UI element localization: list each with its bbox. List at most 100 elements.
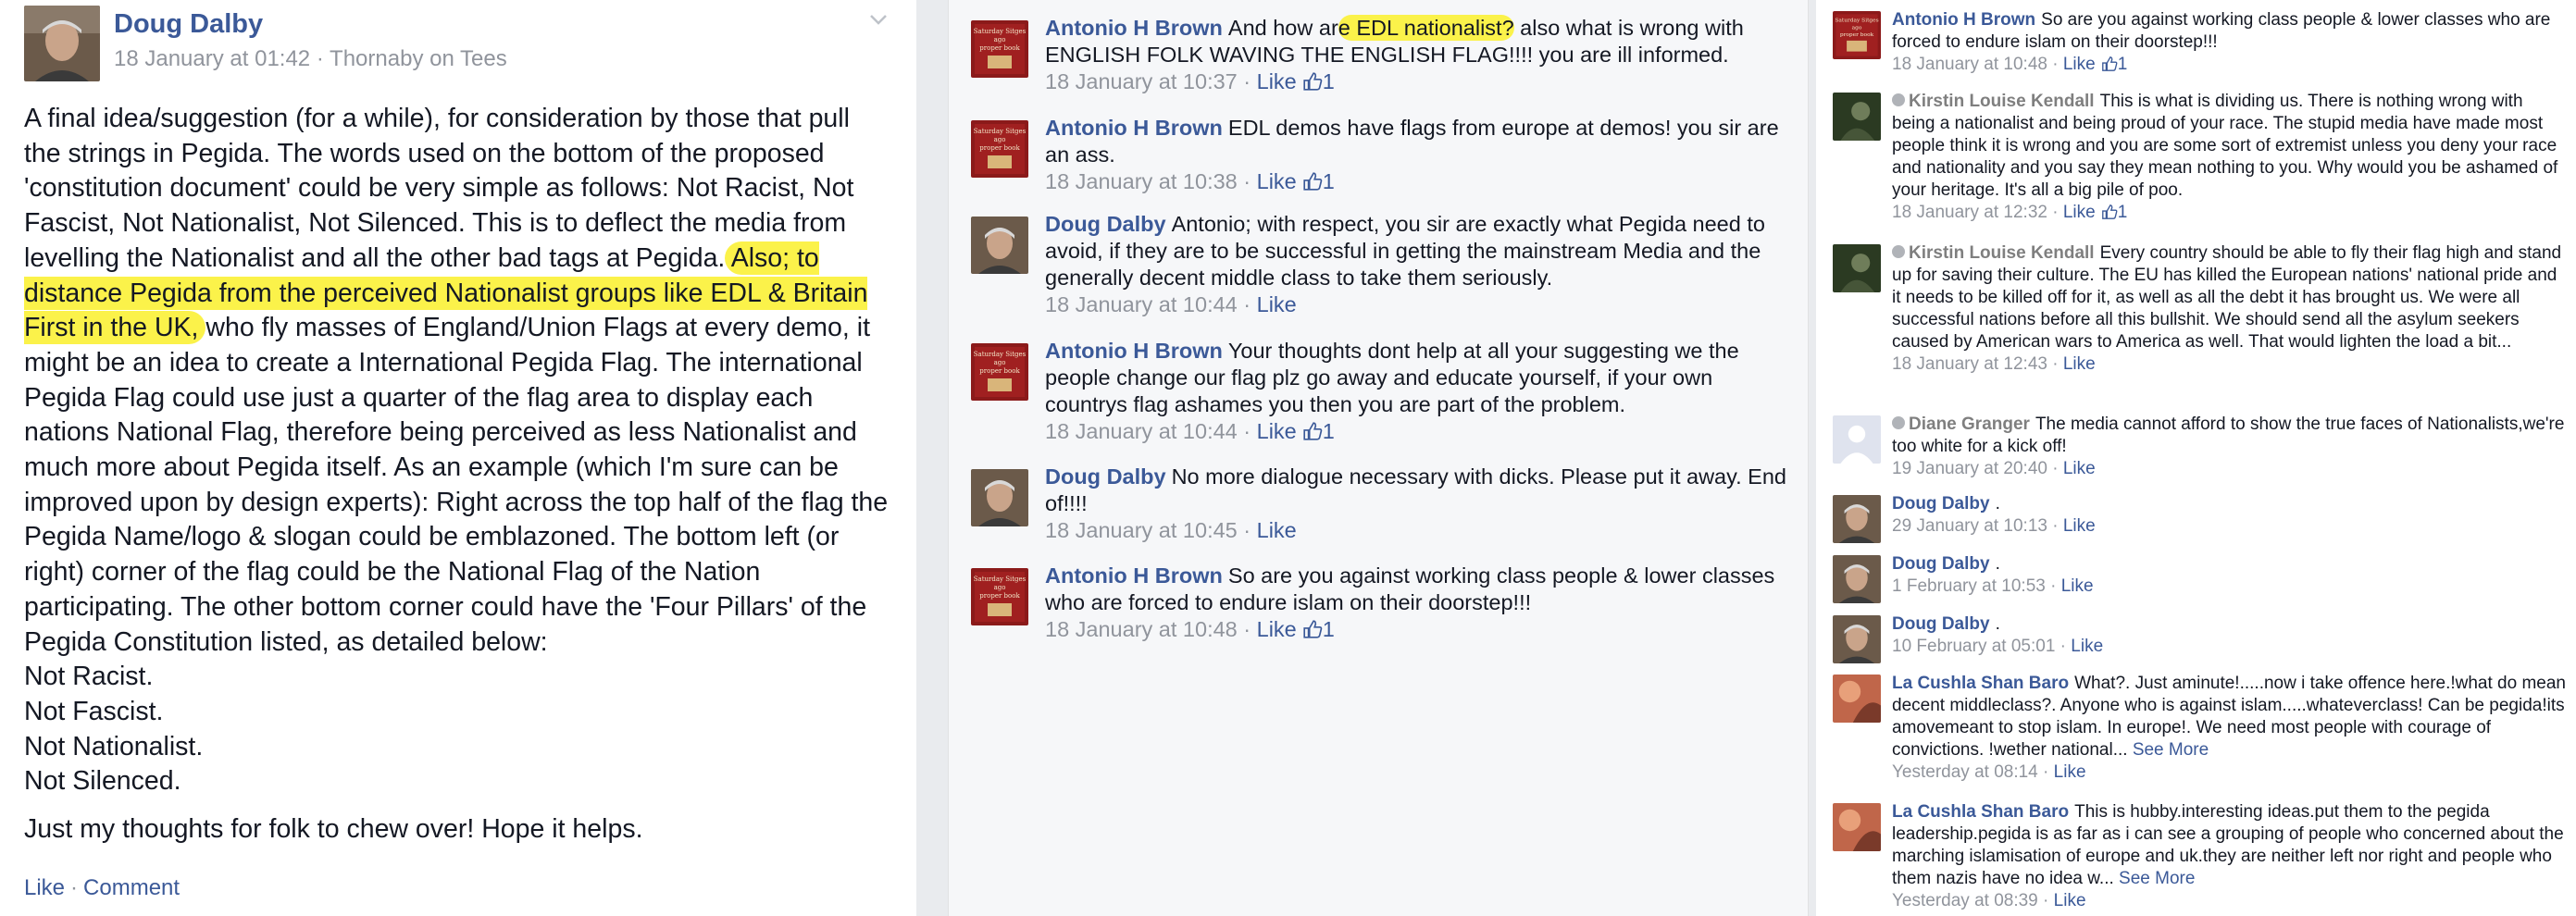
comment-author[interactable]: Doug Dalby <box>1045 212 1166 236</box>
like-link[interactable]: Like <box>2063 55 2096 74</box>
like-count[interactable]: 1 <box>1323 69 1335 93</box>
post-list: Not Racist. Not Fascist. Not Nationalist… <box>24 660 892 799</box>
comment-time[interactable]: 18 January at 10:48 <box>1892 55 2047 74</box>
like-count[interactable]: 1 <box>1323 617 1335 641</box>
comment-time[interactable]: 1 February at 10:53 <box>1892 576 2046 596</box>
comment-text: Doug Dalby. 29 January at 10:13 · Like <box>1892 493 2569 538</box>
verified-icon <box>1892 245 1905 258</box>
comment-time[interactable]: Yesterday at 08:39 <box>1892 891 2038 910</box>
thumbs-up-icon <box>1303 422 1323 440</box>
comment-time[interactable]: 18 January at 10:44 <box>1045 292 1238 316</box>
like-link[interactable]: Like <box>1257 69 1297 93</box>
avatar[interactable] <box>1833 555 1881 603</box>
comment-author[interactable]: Antonio H Brown <box>1045 563 1223 588</box>
svg-text:proper book: proper book <box>979 592 1020 600</box>
svg-text:Saturday Sitges: Saturday Sitges <box>974 28 1027 35</box>
like-link[interactable]: Like <box>1257 518 1297 542</box>
post-author-name[interactable]: Doug Dalby <box>114 9 263 40</box>
like-count[interactable]: 1 <box>2118 203 2128 222</box>
like-link[interactable]: Like <box>2063 459 2096 478</box>
avatar[interactable]: Saturday Sitges ago proper book <box>971 568 1028 625</box>
comment-author[interactable]: Diane Granger <box>1909 415 2030 434</box>
author-avatar[interactable] <box>24 6 100 81</box>
post-closing: Just my thoughts for folk to chew over! … <box>24 814 643 845</box>
comment-author[interactable]: Kirstin Louise Kendall <box>1909 92 2095 111</box>
comment-text: La Cushla Shan Baro This is hubby.interes… <box>1892 801 2569 912</box>
avatar[interactable] <box>1833 93 1881 141</box>
comment-time[interactable]: 18 January at 10:38 <box>1045 169 1238 193</box>
comment-text: Doug Dalby Antonio; with respect, you sir… <box>1045 211 1800 318</box>
comment-time[interactable]: 18 January at 10:45 <box>1045 518 1238 542</box>
chevron-down-icon[interactable] <box>865 6 892 33</box>
verified-icon <box>1892 93 1905 106</box>
like-link[interactable]: Like <box>1257 419 1297 443</box>
like-link[interactable]: Like <box>2063 516 2096 536</box>
see-more-link[interactable]: See More <box>2133 740 2209 760</box>
comment-meta: Yesterday at 08:14 · Like <box>1892 762 2086 782</box>
like-link[interactable]: Like <box>2071 637 2103 656</box>
avatar[interactable]: Saturday Sitges ago proper book <box>971 120 1028 178</box>
comment-highlight: e EDL nationalist? <box>1338 15 1514 41</box>
comments-panel-right: Saturday Sitges ago proper book Antonio … <box>1816 0 2576 916</box>
comment-author[interactable]: Doug Dalby <box>1045 464 1166 489</box>
avatar[interactable]: Saturday Sitges ago proper book <box>971 343 1028 401</box>
see-more-link[interactable]: See More <box>2119 869 2195 888</box>
comment-time[interactable]: 18 January at 10:37 <box>1045 69 1238 93</box>
avatar[interactable] <box>971 469 1028 526</box>
comment-meta: 18 January at 10:48 · Like 1 <box>1892 55 2128 74</box>
like-count[interactable]: 1 <box>1323 419 1335 443</box>
comment-author[interactable]: Antonio H Brown <box>1045 16 1223 40</box>
svg-text:proper book: proper book <box>1840 32 1874 38</box>
like-link[interactable]: Like <box>1257 292 1297 316</box>
comment-author[interactable]: Kirstin Louise Kendall <box>1909 243 2095 263</box>
comment-meta: 18 January at 10:37 · Like 1 <box>1045 69 1335 93</box>
avatar[interactable] <box>971 217 1028 274</box>
comment-time[interactable]: 18 January at 10:48 <box>1045 617 1238 641</box>
comment-author[interactable]: La Cushla Shan Baro <box>1892 802 2069 822</box>
svg-text:ago: ago <box>994 584 1006 591</box>
comment-time[interactable]: 18 January at 10:44 <box>1045 419 1238 443</box>
like-link[interactable]: Like <box>2063 354 2096 374</box>
like-count[interactable]: 1 <box>2118 55 2128 74</box>
comment-time[interactable]: 10 February at 05:01 <box>1892 637 2055 656</box>
avatar[interactable] <box>1833 615 1881 663</box>
comment-text: Kirstin Louise Kendall This is what is di… <box>1892 91 2569 224</box>
comment-time[interactable]: 29 January at 10:13 <box>1892 516 2047 536</box>
comment-author[interactable]: Doug Dalby <box>1892 554 1990 574</box>
comment-author[interactable]: Antonio H Brown <box>1045 339 1223 363</box>
svg-text:ago: ago <box>1852 25 1862 31</box>
comment-author[interactable]: Doug Dalby <box>1892 614 1990 634</box>
comment-meta: 18 January at 10:45 · Like <box>1045 518 1297 542</box>
comment-meta: 18 January at 12:43 · Like <box>1892 354 2096 374</box>
comment-time[interactable]: Yesterday at 08:14 <box>1892 762 2038 782</box>
comment-author[interactable]: Doug Dalby <box>1892 494 1990 514</box>
avatar[interactable]: Saturday Sitges ago proper book <box>971 20 1028 78</box>
comment-body: . <box>1995 494 2000 514</box>
like-link[interactable]: Like <box>2063 203 2096 222</box>
avatar[interactable] <box>1833 495 1881 543</box>
avatar[interactable] <box>1833 675 1881 723</box>
comment-time[interactable]: 19 January at 20:40 <box>1892 459 2047 478</box>
comment-link[interactable]: Comment <box>83 875 180 900</box>
thumbs-up-icon <box>1303 172 1323 191</box>
comment-time[interactable]: 18 January at 12:32 <box>1892 203 2047 222</box>
like-link[interactable]: Like <box>1257 617 1297 641</box>
avatar[interactable] <box>1833 244 1881 292</box>
like-link[interactable]: Like <box>2054 762 2086 782</box>
comment-time[interactable]: 18 January at 12:43 <box>1892 354 2047 374</box>
like-link[interactable]: Like <box>2061 576 2094 596</box>
comment-text: Doug Dalby. 10 February at 05:01 · Like <box>1892 613 2569 658</box>
like-link[interactable]: Like <box>2054 891 2086 910</box>
comment-text: Antonio H Brown EDL demos have flags from… <box>1045 115 1800 195</box>
list-item: Not Silenced. <box>24 766 181 797</box>
thumbs-up-icon <box>2101 204 2118 219</box>
avatar[interactable] <box>1833 803 1881 851</box>
like-link[interactable]: Like <box>24 875 65 900</box>
like-link[interactable]: Like <box>1257 169 1297 193</box>
like-count[interactable]: 1 <box>1323 169 1335 193</box>
comment-author[interactable]: La Cushla Shan Baro <box>1892 674 2069 693</box>
comment-author[interactable]: Antonio H Brown <box>1892 10 2035 30</box>
avatar[interactable]: Saturday Sitges ago proper book <box>1833 11 1881 59</box>
comment-author[interactable]: Antonio H Brown <box>1045 116 1223 140</box>
avatar[interactable] <box>1833 415 1881 464</box>
